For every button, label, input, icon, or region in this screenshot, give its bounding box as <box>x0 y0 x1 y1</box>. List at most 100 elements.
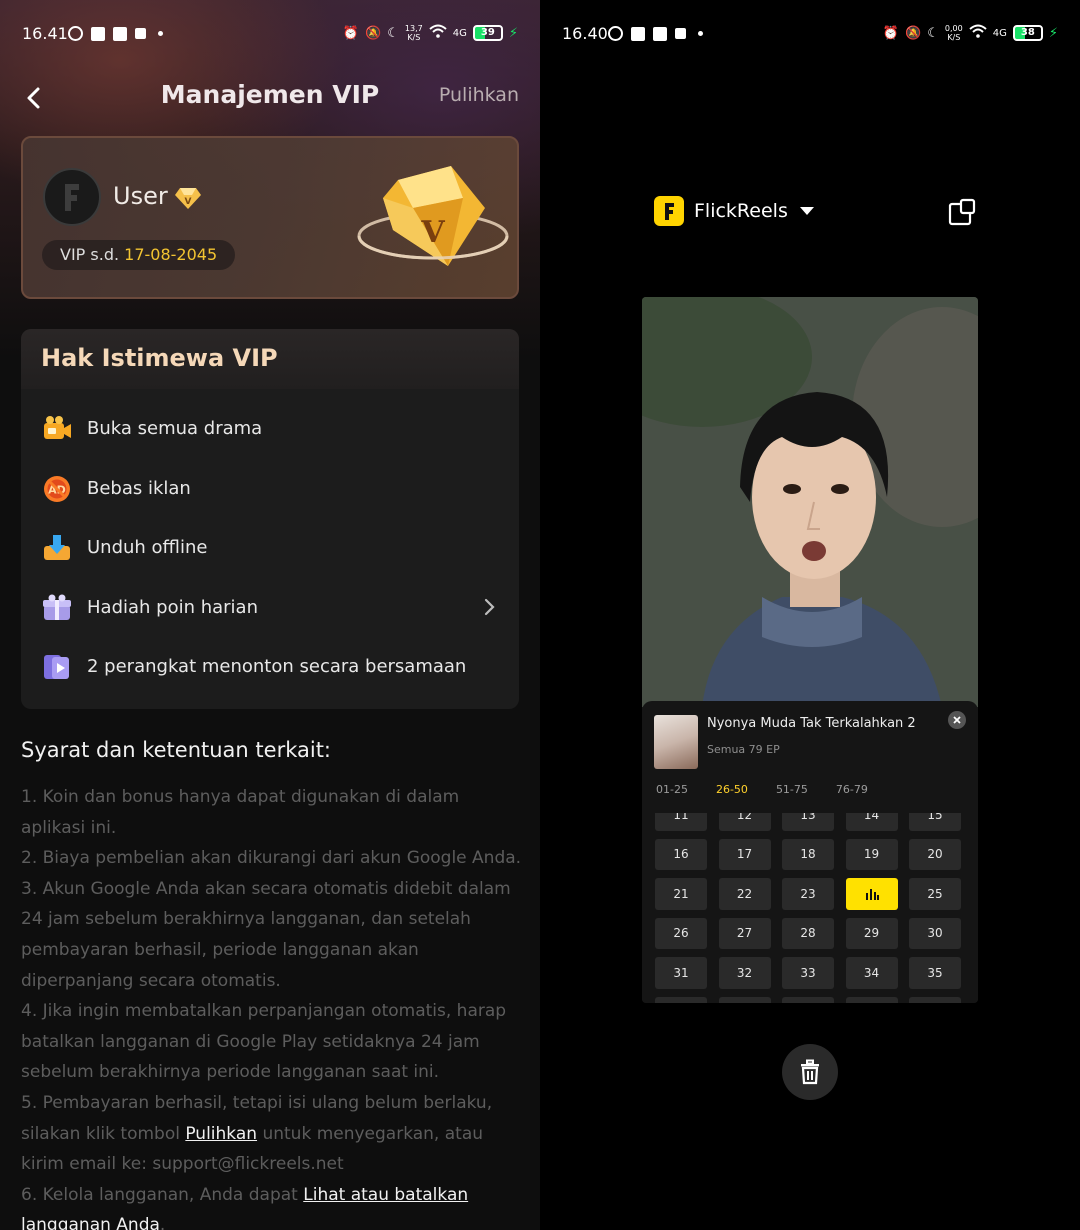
episode-cell[interactable]: 40 <box>909 996 961 1003</box>
alarm-icon: ⏰ <box>882 25 900 41</box>
svg-text:V: V <box>185 197 192 207</box>
episode-cell[interactable]: 32 <box>718 957 771 989</box>
range-tab[interactable]: 51-75 <box>776 783 808 796</box>
svg-text:V: V <box>420 215 445 250</box>
top-navigation: Manajemen VIP Pulihkan <box>0 78 540 118</box>
drama-thumbnail <box>654 715 698 769</box>
vip-status-card: User V VIP s.d. 17-08-2045 V <box>21 136 519 299</box>
app-name: FlickReels <box>694 200 788 222</box>
range-tab[interactable]: 76-79 <box>836 783 868 796</box>
range-tab-active[interactable]: 26-50 <box>716 783 748 796</box>
download-icon <box>44 535 70 561</box>
vip-diamond-icon: V <box>175 188 201 209</box>
privilege-daily-points[interactable]: Hadiah poin harian <box>21 578 519 638</box>
clear-all-button[interactable] <box>782 1044 838 1100</box>
episode-cell[interactable]: 18 <box>782 838 834 870</box>
episode-cell[interactable]: 35 <box>909 957 961 989</box>
privilege-label: Bebas iklan <box>87 477 191 499</box>
episode-cell[interactable]: 15 <box>909 813 961 831</box>
terms-title: Syarat dan ketentuan terkait: <box>21 738 332 762</box>
episode-cell[interactable]: 16 <box>655 838 707 870</box>
whatsapp-icon <box>608 26 623 41</box>
episode-cell[interactable]: 17 <box>718 838 771 870</box>
episode-cell[interactable]: 34 <box>845 957 898 989</box>
drama-episode-count: Semua 79 EP <box>707 743 780 756</box>
mute-icon: 🔕 <box>905 25 922 41</box>
no-ads-icon: AD <box>44 475 70 502</box>
caret-down-icon <box>799 207 814 215</box>
terms-list: 1. Koin dan bonus hanya dapat digunakan … <box>21 782 526 1230</box>
battery-icon: 39 <box>472 25 503 41</box>
episode-cell[interactable]: 28 <box>782 917 834 949</box>
drama-title: Nyonya Muda Tak Terkalahkan 2 <box>707 716 916 731</box>
status-bar: 16.41 ⏰ 🔕 ☾ 13,7 K/S 4G 39 ⚡ <box>0 18 540 50</box>
split-screen-icon[interactable] <box>948 198 976 226</box>
wifi-icon <box>969 24 987 42</box>
terms-item: 6. Kelola langganan, Anda dapat Lihat at… <box>21 1180 526 1230</box>
restore-link[interactable]: Pulihkan <box>185 1124 257 1144</box>
episode-cell[interactable]: 27 <box>718 917 771 949</box>
app-notification-icon <box>91 26 105 41</box>
app-notification-icon-2 <box>653 26 667 41</box>
episode-cell[interactable]: 21 <box>655 878 707 910</box>
terms-item: 1. Koin dan bonus hanya dapat digunakan … <box>21 787 460 838</box>
episode-cell[interactable]: 14 <box>845 813 898 831</box>
restore-button[interactable]: Pulihkan <box>439 84 519 106</box>
vip-crown-gem-icon: V <box>357 166 509 266</box>
episode-grid: 11 12 13 14 15 16 17 18 19 20 21 22 23 25 26 27 28 29 30 31… <box>655 813 965 1003</box>
episode-range-tabs: 01-25 26-50 51-75 76-79 <box>656 783 868 796</box>
episode-cell[interactable]: 25 <box>909 878 961 910</box>
privileges-header: Hak Istimewa VIP <box>21 329 519 389</box>
episode-cell[interactable]: 39 <box>845 996 898 1003</box>
episode-cell[interactable]: 37 <box>718 996 771 1003</box>
close-sheet-button[interactable] <box>948 711 966 729</box>
episode-cell[interactable]: 11 <box>655 813 707 831</box>
episode-cell[interactable]: 30 <box>909 917 961 949</box>
episode-grid-inner: 11 12 13 14 15 16 17 18 19 20 21 22 23 25 26 27 28 29 30 31… <box>655 813 961 1003</box>
notification-icons <box>608 26 703 41</box>
network-type: 4G <box>452 27 467 39</box>
wifi-icon <box>429 24 447 42</box>
gift-box-icon <box>43 594 71 620</box>
notification-icons <box>68 26 163 41</box>
moon-icon: ☾ <box>927 25 939 41</box>
episode-cell[interactable]: 20 <box>909 838 961 870</box>
more-notifications-icon <box>158 31 163 36</box>
vip-management-screen: 16.41 ⏰ 🔕 ☾ 13,7 K/S 4G 39 ⚡ Manajemen VI… <box>0 0 540 1230</box>
status-time: 16.40 <box>562 24 608 43</box>
app-notification-icon-3 <box>675 28 686 39</box>
video-frame <box>642 297 978 707</box>
episode-cell[interactable]: 22 <box>718 878 771 910</box>
episode-cell[interactable]: 13 <box>782 813 834 831</box>
battery-icon: 38 <box>1012 25 1043 41</box>
episode-cell[interactable]: 36 <box>655 996 707 1003</box>
episode-cell[interactable]: 19 <box>845 838 898 870</box>
app-preview-card[interactable]: Nyonya Muda Tak Terkalahkan 2 Semua 79 E… <box>642 297 978 1003</box>
episode-cell[interactable]: 12 <box>718 813 771 831</box>
privilege-ad-free: AD Bebas iklan <box>21 459 519 519</box>
episode-cell[interactable]: 33 <box>782 957 834 989</box>
terms-item: 2. Biaya pembelian akan dikurangi dari a… <box>21 848 522 869</box>
privilege-label: Buka semua drama <box>87 418 263 439</box>
flickreels-logo-icon <box>654 196 684 226</box>
charging-icon: ⚡ <box>1048 25 1058 41</box>
episode-cell-playing[interactable] <box>845 878 898 910</box>
video-still-image <box>642 297 978 707</box>
moon-icon: ☾ <box>387 25 399 41</box>
network-type: 4G <box>992 27 1007 39</box>
system-status: ⏰ 🔕 ☾ 13,7 K/S 4G 39 ⚡ <box>343 24 518 42</box>
episode-cell[interactable]: 29 <box>845 917 898 949</box>
net-speed: 0,00 K/S <box>944 24 963 42</box>
video-camera-icon <box>44 416 71 439</box>
episode-cell[interactable]: 23 <box>782 878 834 910</box>
episode-cell[interactable]: 31 <box>655 957 707 989</box>
range-tab[interactable]: 01-25 <box>656 783 688 796</box>
privilege-label: 2 perangkat menonton secara bersamaan <box>87 656 467 678</box>
terms-item: 3. Akun Google Anda akan secara otomatis… <box>21 878 511 991</box>
episode-cell[interactable]: 26 <box>655 917 707 949</box>
username: User <box>113 182 168 210</box>
episode-cell[interactable]: 38 <box>782 996 834 1003</box>
app-card-menu[interactable]: FlickReels <box>654 196 814 226</box>
playing-bars-icon <box>865 888 879 900</box>
privilege-label: Hadiah poin harian <box>87 596 258 618</box>
